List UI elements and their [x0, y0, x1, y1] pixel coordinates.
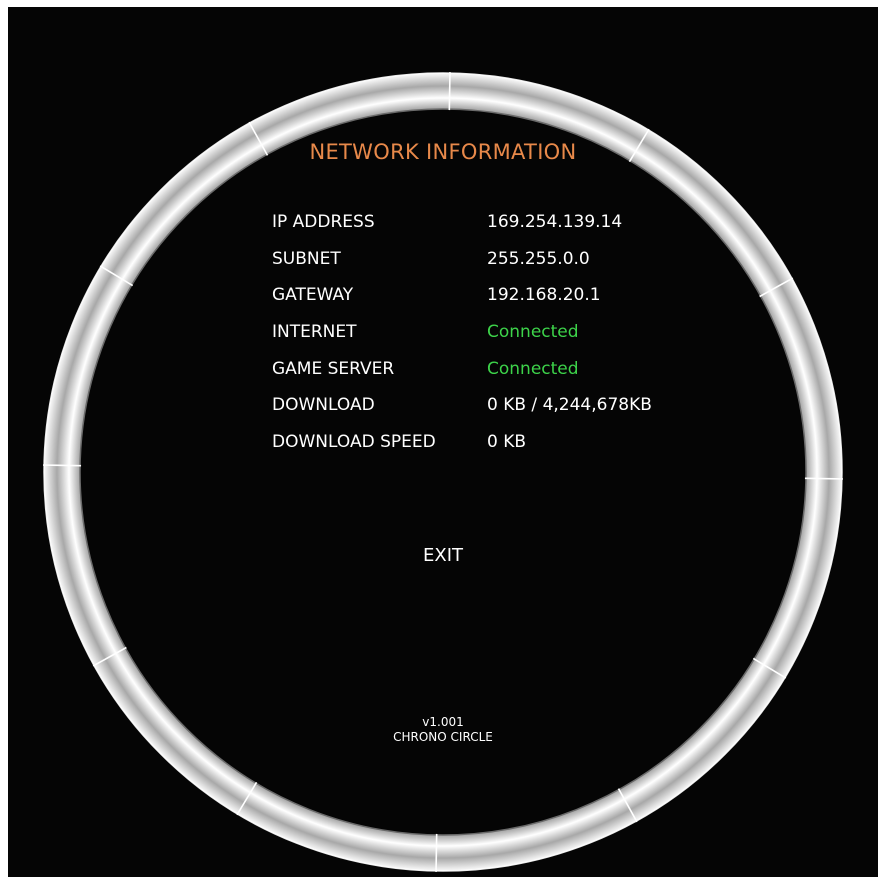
info-row-download: DOWNLOAD 0 KB / 4,244,678KB — [272, 395, 692, 432]
network-info-panel: NETWORK INFORMATION IP ADDRESS 169.254.1… — [8, 7, 878, 877]
info-table: IP ADDRESS 169.254.139.14 SUBNET 255.255… — [272, 212, 692, 469]
info-row-ip-address: IP ADDRESS 169.254.139.14 — [272, 212, 692, 249]
info-row-internet: INTERNET Connected — [272, 322, 692, 359]
info-row-download-speed: DOWNLOAD SPEED 0 KB — [272, 432, 692, 469]
row-value: 255.255.0.0 — [487, 248, 590, 269]
row-value: 192.168.20.1 — [487, 285, 601, 306]
page-title: NETWORK INFORMATION — [309, 140, 577, 164]
info-row-subnet: SUBNET 255.255.0.0 — [272, 249, 692, 286]
row-label: INTERNET — [272, 322, 357, 343]
row-label: IP ADDRESS — [272, 212, 375, 232]
row-value: 0 KB / 4,244,678KB — [487, 395, 652, 416]
screen-frame: NETWORK INFORMATION IP ADDRESS 169.254.1… — [8, 7, 878, 877]
version-number: v1.001 — [422, 715, 464, 729]
status-value: Connected — [487, 322, 579, 343]
row-label: GATEWAY — [272, 285, 354, 306]
row-value: 169.254.139.14 — [487, 212, 623, 232]
row-label: DOWNLOAD SPEED — [272, 432, 436, 453]
status-value: Connected — [487, 358, 579, 379]
exit-button[interactable]: EXIT — [8, 545, 878, 566]
info-row-gateway: GATEWAY 192.168.20.1 — [272, 285, 692, 322]
row-value: 0 KB — [487, 432, 527, 453]
row-label: SUBNET — [272, 248, 341, 269]
row-label: GAME SERVER — [272, 358, 395, 379]
row-label: DOWNLOAD — [272, 395, 375, 416]
product-name: CHRONO CIRCLE — [393, 730, 493, 744]
version-footer: v1.001 CHRONO CIRCLE — [8, 715, 878, 745]
info-row-game-server: GAME SERVER Connected — [272, 359, 692, 396]
